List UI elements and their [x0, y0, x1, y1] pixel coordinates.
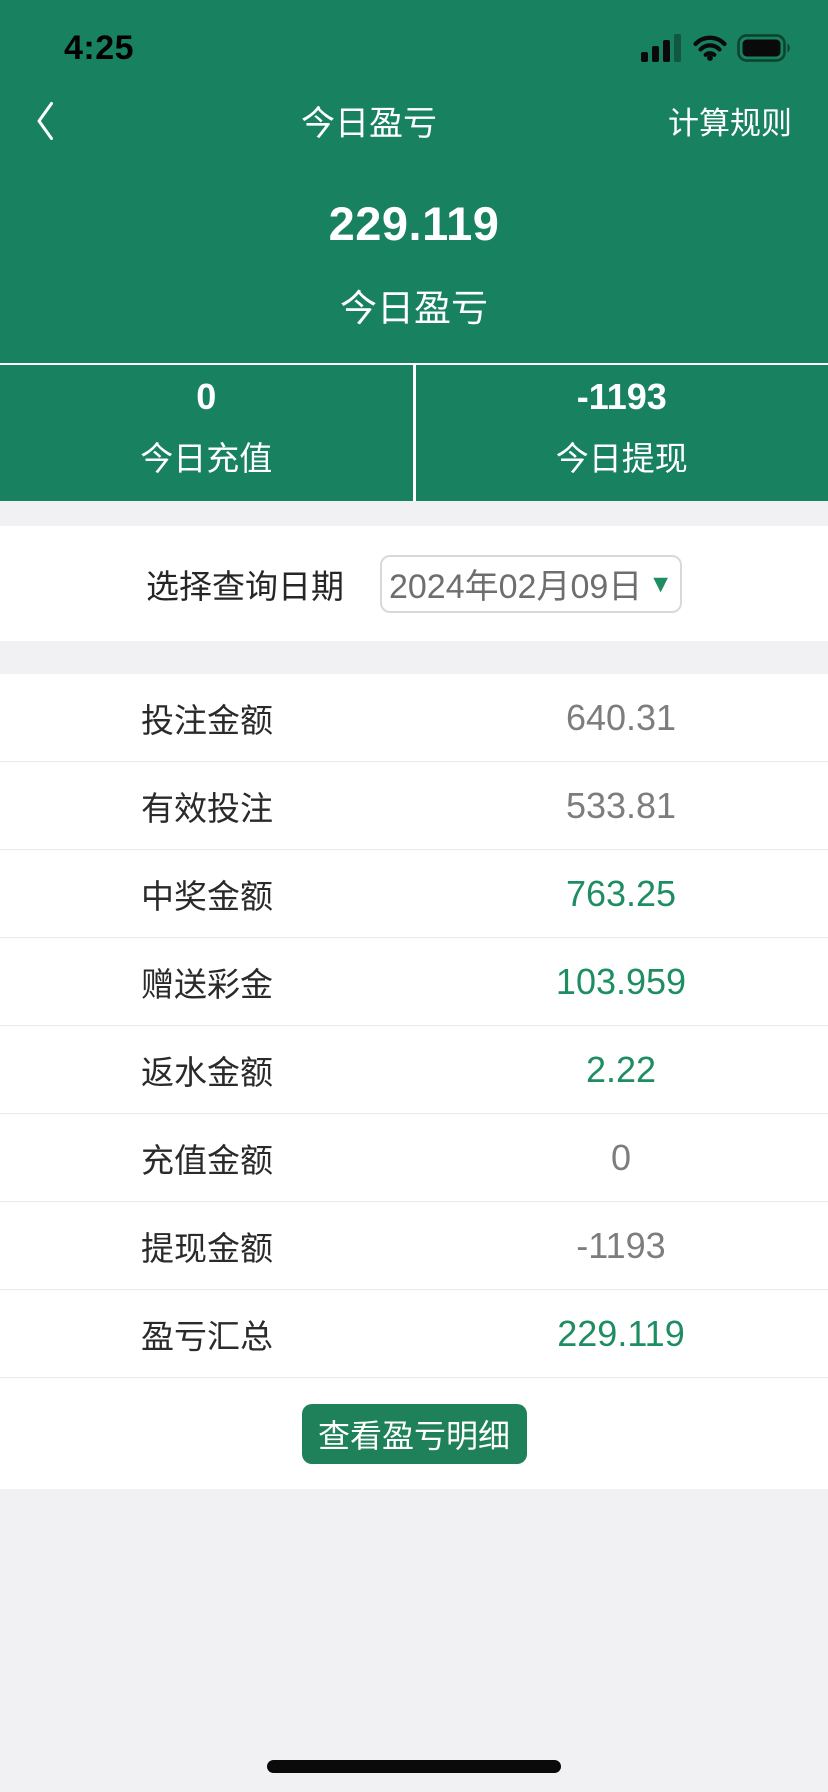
today-deposit-cell: 0 今日充值: [0, 365, 413, 501]
row-value: -1193: [414, 1225, 828, 1267]
row-value: 103.959: [414, 961, 828, 1003]
table-row: 赠送彩金 103.959: [0, 938, 828, 1026]
today-deposit-label: 今日充值: [140, 442, 272, 476]
table-row: 中奖金额 763.25: [0, 850, 828, 938]
dropdown-caret-icon: ▼: [648, 572, 673, 597]
row-label: 中奖金额: [0, 870, 414, 918]
button-row: 查看盈亏明细: [0, 1378, 828, 1489]
cellular-signal-icon: [641, 34, 683, 62]
row-label: 充值金额: [0, 1134, 414, 1182]
row-label: 盈亏汇总: [0, 1310, 414, 1358]
table-row: 提现金额 -1193: [0, 1202, 828, 1290]
row-label: 有效投注: [0, 782, 414, 830]
today-withdraw-cell: -1193 今日提现: [416, 365, 828, 501]
details-table: 投注金额 640.31 有效投注 533.81 中奖金额 763.25 赠送彩金…: [0, 674, 828, 1378]
deposit-withdraw-summary: 0 今日充值 -1193 今日提现: [0, 363, 828, 501]
today-profit-label: 今日盈亏: [0, 289, 828, 329]
row-value: 229.119: [414, 1313, 828, 1355]
home-indicator[interactable]: [267, 1760, 561, 1773]
chevron-left-icon: [36, 101, 54, 141]
today-profit-loss-screen: 4:25: [0, 0, 828, 1792]
table-row: 充值金额 0: [0, 1114, 828, 1202]
today-withdraw-value: -1193: [577, 378, 667, 416]
wifi-icon: [693, 35, 727, 61]
row-value: 763.25: [414, 873, 828, 915]
row-label: 提现金额: [0, 1222, 414, 1270]
section-gap: [0, 641, 828, 674]
table-row: 有效投注 533.81: [0, 762, 828, 850]
row-label: 赠送彩金: [0, 958, 414, 1006]
status-time: 4:25: [64, 29, 134, 68]
calculation-rules-link[interactable]: 计算规则: [662, 98, 792, 143]
date-picker-label: 选择查询日期: [146, 560, 344, 608]
table-row: 返水金额 2.22: [0, 1026, 828, 1114]
today-profit-amount: 229.119: [0, 195, 828, 253]
view-profit-details-button[interactable]: 查看盈亏明细: [302, 1404, 527, 1464]
today-withdraw-label: 今日提现: [556, 442, 688, 476]
row-value: 0: [414, 1137, 828, 1179]
today-summary: 229.119 今日盈亏: [0, 145, 828, 363]
status-icons: [641, 34, 792, 62]
row-value: 2.22: [414, 1049, 828, 1091]
today-deposit-value: 0: [196, 378, 216, 416]
footer-area: [0, 1489, 828, 1792]
page-title: 今日盈亏: [76, 96, 662, 145]
status-bar: 4:25: [0, 0, 828, 70]
header: 4:25: [0, 0, 828, 501]
row-value: 533.81: [414, 785, 828, 827]
date-picker-value: 2024年02月09日: [389, 559, 642, 608]
nav-bar: 今日盈亏 计算规则: [0, 70, 828, 145]
battery-icon: [737, 34, 792, 62]
date-filter-row: 选择查询日期 2024年02月09日 ▼: [0, 526, 828, 641]
table-row: 投注金额 640.31: [0, 674, 828, 762]
back-button[interactable]: [36, 99, 76, 143]
table-row: 盈亏汇总 229.119: [0, 1290, 828, 1378]
row-value: 640.31: [414, 697, 828, 739]
row-label: 投注金额: [0, 694, 414, 742]
row-label: 返水金额: [0, 1046, 414, 1094]
section-gap: [0, 501, 828, 526]
date-picker[interactable]: 2024年02月09日 ▼: [380, 555, 682, 613]
